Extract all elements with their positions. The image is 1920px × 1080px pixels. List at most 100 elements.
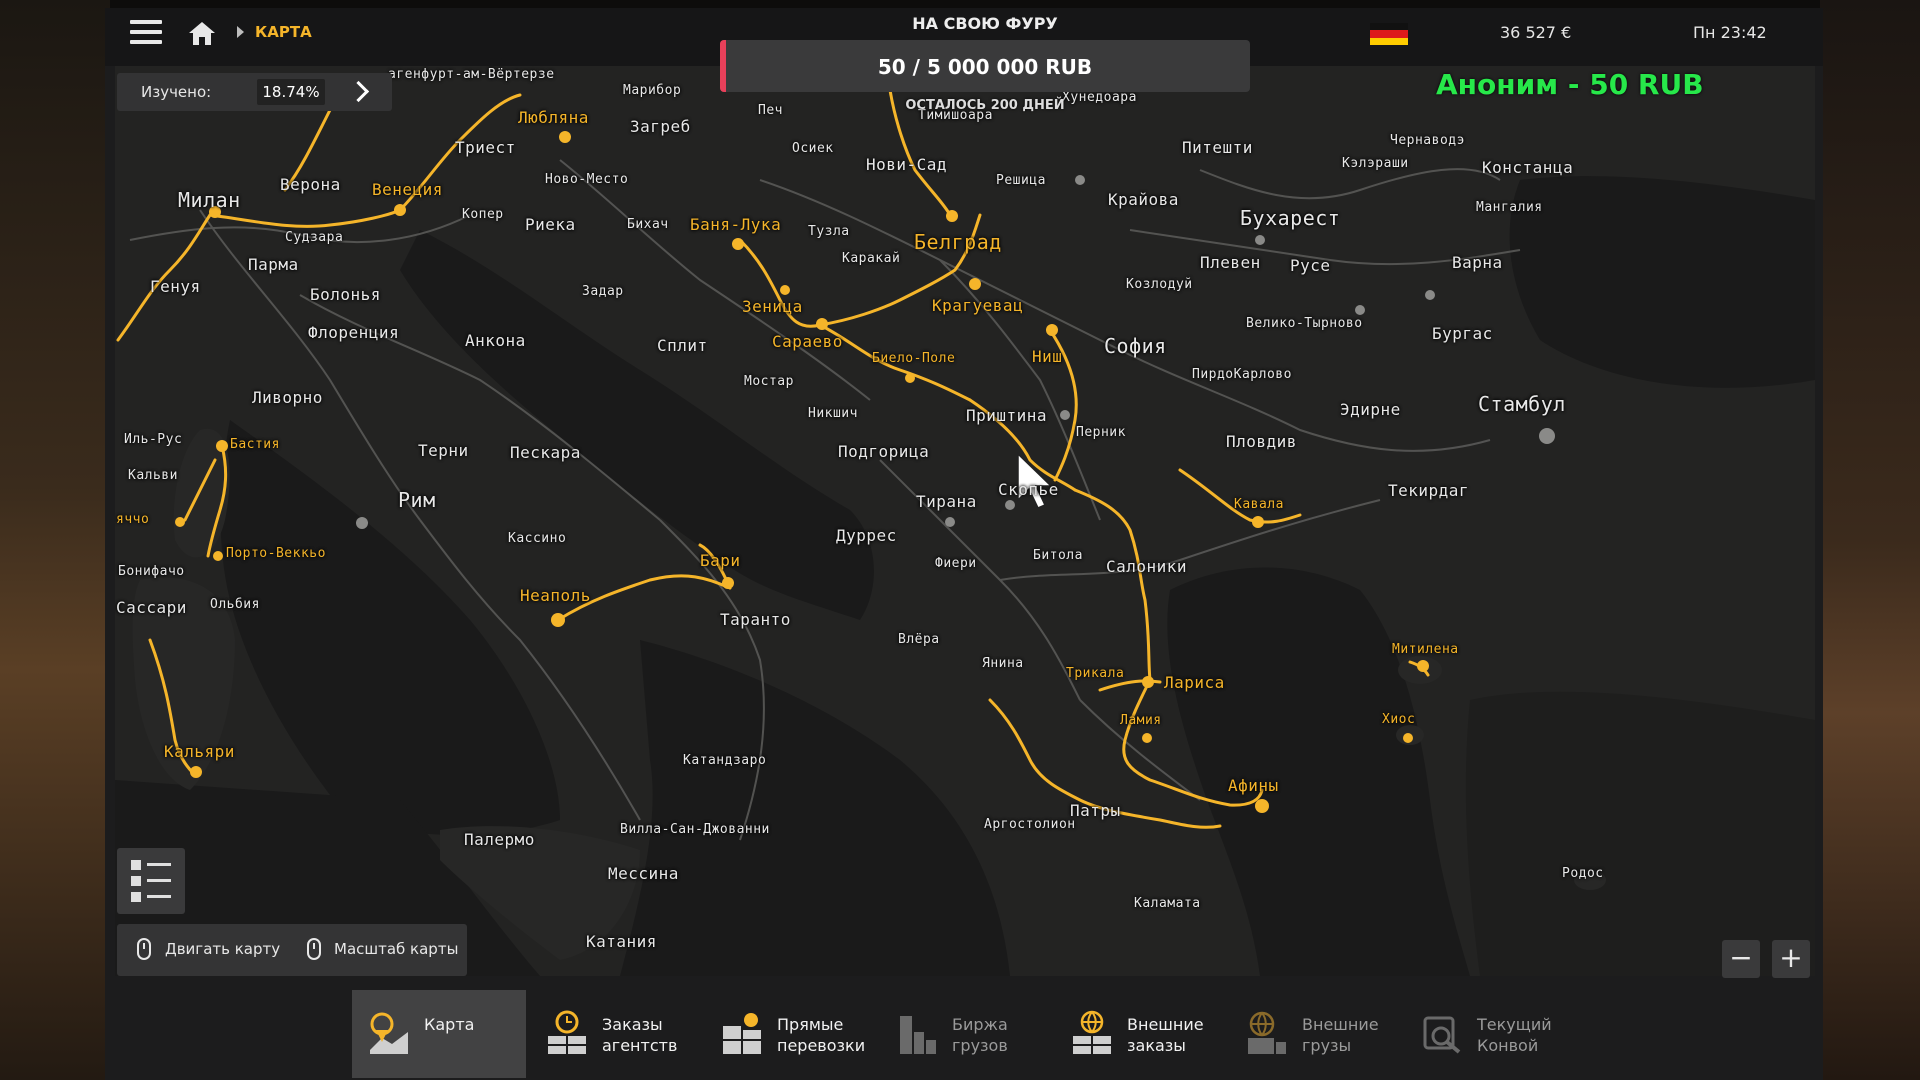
city-label: Иль-Рус <box>124 432 183 447</box>
city-label: Фиери <box>935 556 977 571</box>
city-label: Флоренция <box>308 323 400 342</box>
city-label: Мессина <box>608 864 679 883</box>
city-label: Сараево <box>772 332 843 351</box>
days-left-text: ОСТАЛОСЬ 200 ДНЕЙ <box>905 98 1065 113</box>
city-label: Стамбул <box>1478 392 1566 416</box>
city-label: Ново-Место <box>545 172 629 187</box>
city-label: Варна <box>1452 253 1503 272</box>
city-label: Скопье <box>998 480 1059 499</box>
city-label: Ламия <box>1120 713 1162 728</box>
hamburger-menu-icon[interactable] <box>130 20 162 46</box>
tab-direct-deliveries[interactable]: Прямые перевозки <box>705 990 879 1078</box>
city-label: Каракай <box>842 251 901 266</box>
globe-boxes-icon <box>1073 1010 1111 1054</box>
city-label: Марибор <box>623 83 682 98</box>
globe-cargo-icon <box>1248 1011 1286 1054</box>
city-label: Влёра <box>898 632 940 647</box>
game-clock: Пн 23:42 <box>1693 23 1767 42</box>
explored-panel[interactable]: Изучено: 18.74% <box>117 73 392 111</box>
city-label: Неаполь <box>520 586 591 605</box>
city-label: Патры <box>1070 801 1121 820</box>
city-label: Тирана <box>916 492 977 511</box>
city-label: Осиек <box>792 141 834 156</box>
mouse-drag-icon <box>137 938 151 960</box>
breadcrumb[interactable]: КАРТА <box>255 23 312 41</box>
city-label: Парма <box>248 255 299 274</box>
city-label: Судзара <box>285 230 344 245</box>
city-label: Бонифачо <box>118 564 185 579</box>
city-label: Плевен <box>1200 253 1261 272</box>
city-label: яччо <box>116 512 150 527</box>
city-label: Генуя <box>150 277 201 296</box>
city-label: Битола <box>1033 548 1083 563</box>
tab-external-cargo[interactable]: Внешние грузы <box>1230 990 1404 1078</box>
city-label: Кальви <box>128 468 178 483</box>
city-label: Ниш <box>1032 347 1063 366</box>
city-label: Порто-Веккьо <box>226 546 326 561</box>
city-label: Текирдаг <box>1388 481 1470 500</box>
city-label: Велико-Тырново <box>1246 316 1363 331</box>
city-label: Верона <box>280 175 341 194</box>
germany-flag-icon <box>1370 23 1408 45</box>
tab-agency-orders[interactable]: Заказы агентств <box>530 990 704 1078</box>
mouse-scroll-icon <box>307 938 321 960</box>
city-label: Бухарест <box>1240 206 1341 230</box>
city-label: Констанца <box>1482 158 1574 177</box>
convoy-icon <box>1423 1016 1461 1054</box>
city-label: Сплит <box>657 336 708 355</box>
tab-external-contracts-label: Внешние заказы <box>1127 1015 1204 1055</box>
city-label: Пескара <box>510 443 581 462</box>
city-label: Анкона <box>465 331 526 350</box>
tab-map[interactable]: Карта <box>352 990 526 1078</box>
tab-direct-deliveries-label: Прямые перевозки <box>777 1015 866 1055</box>
city-label: Таранто <box>720 610 791 629</box>
city-label: Родос <box>1562 866 1604 881</box>
map-legend-button[interactable] <box>117 848 185 914</box>
city-label: Нови-Сад <box>866 155 948 174</box>
city-label: Бургас <box>1432 324 1493 343</box>
city-label: Мангалия <box>1476 200 1543 215</box>
city-label: Питешти <box>1182 138 1253 157</box>
city-label: Салоники <box>1106 557 1188 576</box>
city-label: Катандзаро <box>683 753 767 768</box>
city-label: Русе <box>1290 256 1331 275</box>
tab-current-convoy[interactable]: Текущий Конвой <box>1405 990 1579 1078</box>
zoom-in-button[interactable]: + <box>1772 940 1810 978</box>
city-label: Триест <box>455 138 516 157</box>
donor-notice: Аноним - 50 RUB <box>1436 68 1704 101</box>
city-label: София <box>1104 334 1167 358</box>
map-pin-icon <box>370 1012 408 1054</box>
home-icon[interactable] <box>188 20 216 46</box>
city-label: ПирдоКарлово <box>1192 367 1292 382</box>
city-label: Белград <box>914 230 1002 254</box>
hint-zoom-map: Масштаб карты <box>334 940 459 958</box>
city-label: Болонья <box>310 285 381 304</box>
city-label: Кавала <box>1234 497 1284 512</box>
city-label: Копер <box>462 207 504 222</box>
tab-freight-market-label: Биржа грузов <box>952 1015 1008 1055</box>
tab-freight-market[interactable]: Биржа грузов <box>880 990 1054 1078</box>
clock-boxes-icon <box>548 1010 586 1054</box>
city-label: Зеница <box>742 297 803 316</box>
tab-external-cargo-label: Внешние грузы <box>1302 1015 1379 1055</box>
explored-value: 18.74% <box>257 79 325 105</box>
city-label: Ольбия <box>210 597 260 612</box>
city-label: Аргостолион <box>984 817 1076 832</box>
zoom-out-button[interactable]: − <box>1722 940 1760 978</box>
city-label: Каламата <box>1134 896 1201 911</box>
chevron-right-icon[interactable] <box>347 80 370 103</box>
map-geography <box>115 66 1815 976</box>
world-map[interactable]: Милан Верона Венеция Судзара Парма Генуя Болон… <box>115 66 1815 976</box>
city-label: Эдирне <box>1340 400 1401 419</box>
city-label: Ливорно <box>252 388 323 407</box>
convoy-progress-bar: 50 / 5 000 000 RUB <box>720 40 1250 92</box>
city-label: Кэлэраши <box>1342 156 1409 171</box>
city-label: Перник <box>1076 425 1126 440</box>
city-label: Кассино <box>508 531 567 546</box>
city-label: Афины <box>1228 776 1279 795</box>
city-label: Приштина <box>966 406 1048 425</box>
city-label: Сассари <box>116 598 187 617</box>
tab-map-label: Карта <box>424 1015 475 1034</box>
tab-external-contracts[interactable]: Внешние заказы <box>1055 990 1229 1078</box>
money-balance: 36 527 € <box>1500 23 1572 42</box>
